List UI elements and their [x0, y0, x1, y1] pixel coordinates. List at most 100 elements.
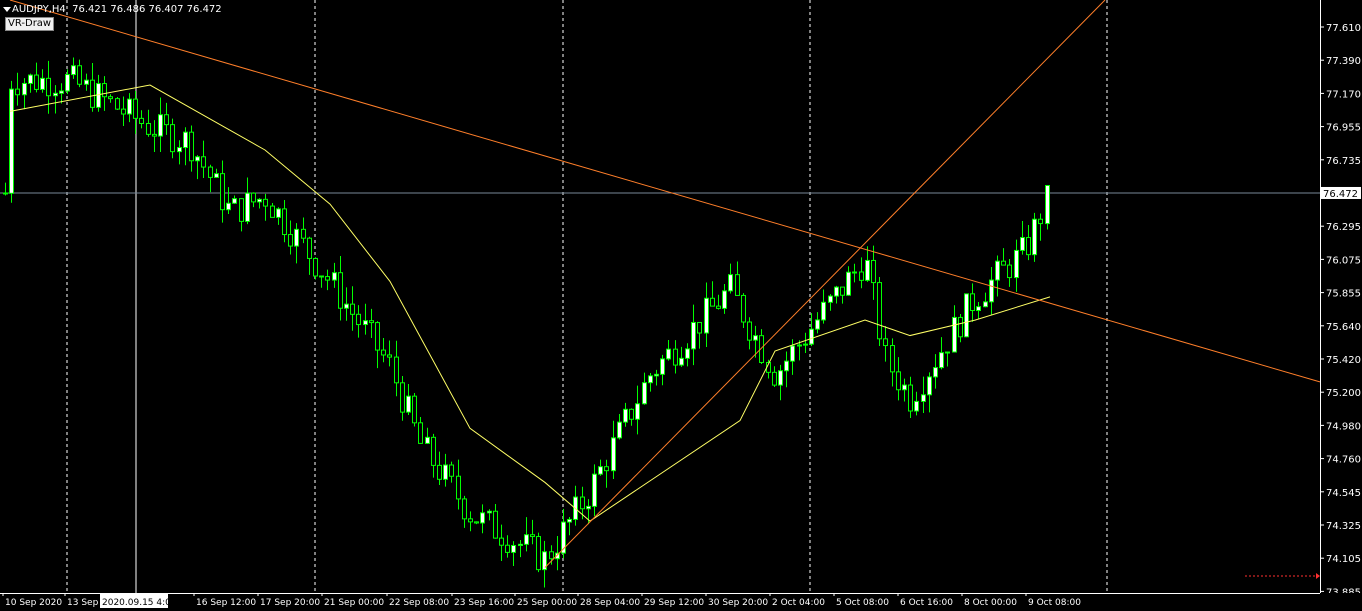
candles	[3, 57, 1050, 588]
candle-body	[511, 544, 516, 553]
time-label: 6 Oct 16:00	[900, 598, 953, 608]
candle-body	[381, 349, 386, 356]
candle-body	[487, 510, 492, 514]
candle-body	[127, 98, 132, 115]
candle-body	[629, 408, 634, 420]
price-label: 74.105	[1326, 554, 1361, 565]
time-label: 5 Oct 08:00	[836, 598, 889, 608]
time-label: 25 Sep 00:00	[517, 598, 577, 608]
candle-body	[46, 77, 51, 97]
price-label: 76.295	[1326, 222, 1361, 233]
candle-body	[852, 271, 857, 274]
candle-body	[908, 384, 913, 412]
candle-body	[387, 354, 392, 358]
candle-body	[282, 208, 287, 236]
candle-body	[728, 274, 733, 292]
candle-body	[22, 82, 27, 96]
candle-body	[958, 316, 963, 338]
time-label: 2 Oct 04:00	[772, 598, 825, 608]
candle-body	[809, 328, 814, 345]
price-chart[interactable]	[0, 0, 1321, 593]
time-label: 30 Sep 20:00	[708, 598, 768, 608]
candle-body	[642, 382, 647, 405]
candle-body	[350, 303, 355, 315]
dropdown-triangle-icon[interactable]	[3, 6, 11, 12]
vr-draw-label[interactable]: VR-Draw	[5, 17, 55, 31]
candle-body	[586, 505, 591, 510]
price-label: 75.855	[1326, 289, 1361, 300]
price-label: 76.955	[1326, 123, 1361, 134]
candle-body	[301, 228, 306, 239]
candle-body	[902, 384, 907, 391]
price-label: 74.545	[1326, 488, 1361, 499]
time-label: 16 Sep 12:00	[196, 598, 256, 608]
candle-body	[257, 198, 262, 203]
candle-body	[59, 90, 64, 94]
price-label: 76.075	[1326, 255, 1361, 266]
candle-body	[871, 259, 876, 284]
candle-body	[108, 96, 113, 100]
price-label: 75.420	[1326, 355, 1361, 366]
trendline-descending[interactable]	[9, 0, 1321, 383]
candle-body	[9, 88, 14, 194]
candle-body	[747, 321, 752, 341]
candle-body	[474, 521, 479, 524]
candle-body	[400, 382, 405, 413]
candle-body	[418, 422, 423, 444]
candle-body	[704, 297, 709, 334]
candle-body	[828, 295, 833, 303]
candle-body	[970, 293, 975, 312]
candle-body	[437, 464, 442, 480]
price-label: 74.325	[1326, 521, 1361, 532]
chart-area[interactable]: AUDJPY,H4 76.421 76.486 76.407 76.472 VR…	[0, 0, 1321, 593]
candle-body	[505, 544, 510, 553]
candle-body	[735, 274, 740, 296]
candle-body	[375, 322, 380, 351]
candle-body	[865, 259, 870, 281]
candle-body	[741, 294, 746, 323]
trendline-ascending[interactable]	[544, 0, 1106, 568]
candle-body	[499, 537, 504, 546]
price-label: 74.760	[1326, 455, 1361, 466]
time-label: 23 Sep 16:00	[454, 598, 514, 608]
candle-body	[425, 436, 430, 444]
price-label: 74.980	[1326, 421, 1361, 432]
candle-body	[338, 272, 343, 309]
candle-body	[722, 290, 727, 309]
candle-body	[71, 65, 76, 76]
candle-body	[3, 192, 8, 195]
time-label: 21 Sep 00:00	[324, 598, 384, 608]
candle-body	[1026, 237, 1031, 256]
candle-body	[319, 275, 324, 278]
candle-body	[697, 321, 702, 334]
candle-body	[146, 122, 151, 135]
candle-body	[648, 375, 653, 384]
candle-body	[976, 306, 981, 312]
candle-body	[890, 345, 895, 373]
candle-body	[797, 344, 802, 347]
candle-body	[660, 358, 665, 375]
candle-body	[952, 316, 957, 353]
price-label: 75.200	[1326, 388, 1361, 399]
candle-body	[945, 351, 950, 354]
candle-body	[964, 293, 969, 338]
candle-body	[65, 74, 70, 92]
candle-body	[251, 192, 256, 203]
candle-body	[214, 173, 219, 178]
candle-body	[164, 114, 169, 126]
candle-body	[784, 360, 789, 372]
price-axis[interactable]: 77.61077.39077.17076.95576.73576.51576.2…	[1320, 0, 1362, 593]
candle-body	[611, 437, 616, 472]
candle-body	[493, 510, 498, 539]
time-axis[interactable]: 10 Sep 2020 13 Sep 2020.09.15 4:00 16 Sep 1…	[0, 593, 1362, 611]
candle-body	[480, 512, 485, 524]
candle-body	[815, 319, 820, 330]
candle-body	[189, 131, 194, 162]
candle-body	[921, 394, 926, 402]
candle-body	[666, 348, 671, 360]
price-label: 77.390	[1326, 56, 1361, 67]
candle-body	[995, 260, 1000, 281]
moving-average-line	[9, 84, 1051, 522]
candle-body	[635, 403, 640, 420]
price-label: 77.610	[1326, 23, 1361, 34]
